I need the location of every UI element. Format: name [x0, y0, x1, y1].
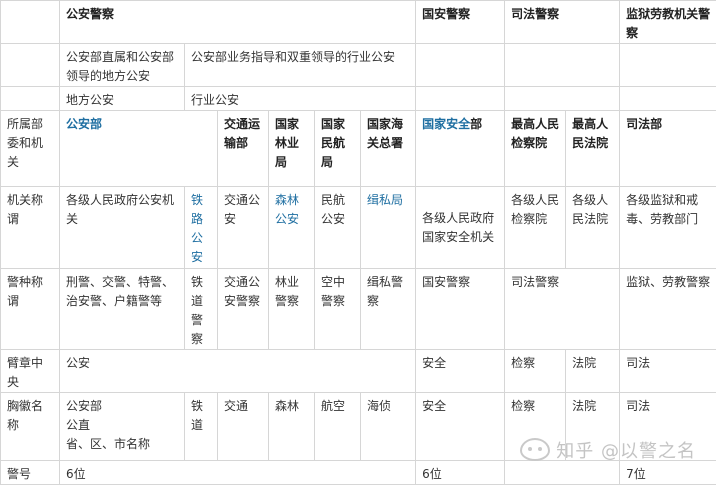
dept-customs: 国家海关总署: [361, 111, 416, 187]
direct-gongan-cell: 公安部直属和公安部领导的地方公安: [60, 44, 185, 87]
org-court: 各级人民法院: [566, 187, 620, 269]
row-label: 警种称谓: [1, 269, 60, 350]
org-justice: 各级监狱和戒毒、劳教部门: [620, 187, 716, 269]
police-comparison-table: 公安警察 国安警察 司法警察 监狱劳教机关警察 公安部直属和公安部领导的地方公安…: [0, 0, 716, 485]
local-gongan-cell: 地方公安: [60, 87, 185, 111]
header-sifa: 司法警察: [505, 1, 620, 44]
badge-procuratorate: 检察: [505, 393, 566, 461]
department-row: 所属部委和机关 公安部 交通运输部 国家林业局 国家民航局 国家海关总署 国家安…: [1, 111, 716, 187]
police-customs: 缉私警察: [361, 269, 416, 350]
badge-local: 公安部 公直 省、区、市名称: [60, 393, 185, 461]
dept-traffic: 交通运输部: [218, 111, 269, 187]
dept-procuratorate: 最高人民检察院: [505, 111, 566, 187]
org-mss: 各级人民政府国家安全机关: [416, 187, 505, 269]
police-judicial: 司法警察: [505, 269, 620, 350]
industry-gongan-cell: 公安部业务指导和双重领导的行业公安: [185, 44, 416, 87]
police-number-row: 警号 6位 6位 7位: [1, 461, 716, 485]
org-procuratorate: 各级人民检察院: [505, 187, 566, 269]
number-gongan: 6位: [60, 461, 416, 485]
row-label: 臂章中央: [1, 350, 60, 393]
dept-mss-link[interactable]: 国家安全: [422, 117, 470, 131]
badge-aviation: 航空: [315, 393, 361, 461]
row-label: 机关称谓: [1, 187, 60, 269]
badge-justice: 司法: [620, 393, 716, 461]
type-row: 地方公安 行业公安: [1, 87, 716, 111]
badge-mss: 安全: [416, 393, 505, 461]
police-forest: 林业警察: [269, 269, 315, 350]
armband-mss: 安全: [416, 350, 505, 393]
police-aviation: 空中警察: [315, 269, 361, 350]
badge-forest: 森林: [269, 393, 315, 461]
badge-traffic: 交通: [218, 393, 269, 461]
row-label: 警号: [1, 461, 60, 485]
badge-court: 法院: [566, 393, 620, 461]
org-aviation: 民航公安: [315, 187, 361, 269]
org-forest-link[interactable]: 森林公安: [269, 187, 315, 269]
police-type-row: 警种称谓 刑警、交警、特警、治安警、户籍警等 铁道警察 交通公安警察 林业警察 …: [1, 269, 716, 350]
header-gongan: 公安警察: [60, 1, 416, 44]
dept-justice: 司法部: [620, 111, 716, 187]
dept-court: 最高人民法院: [566, 111, 620, 187]
row-label: 胸徽名称: [1, 393, 60, 461]
police-prison: 监狱、劳教警察: [620, 269, 716, 350]
number-mss: 6位: [416, 461, 505, 485]
header-row: 公安警察 国安警察 司法警察 监狱劳教机关警察: [1, 1, 716, 44]
armband-gongan: 公安: [60, 350, 416, 393]
armband-justice: 司法: [620, 350, 716, 393]
badge-customs: 海侦: [361, 393, 416, 461]
corner-cell: [1, 1, 60, 44]
org-local: 各级人民政府公安机关: [60, 187, 185, 269]
org-railway-link[interactable]: 铁路公安: [185, 187, 218, 269]
org-traffic: 交通公安: [218, 187, 269, 269]
row-label: 所属部委和机关: [1, 111, 60, 187]
police-mss: 国安警察: [416, 269, 505, 350]
industry-type-cell: 行业公安: [185, 87, 416, 111]
dept-mss: 国家安全部: [416, 111, 505, 187]
header-guoan: 国安警察: [416, 1, 505, 44]
dept-forest: 国家林业局: [269, 111, 315, 187]
police-local: 刑警、交警、特警、治安警、户籍警等: [60, 269, 185, 350]
police-railway: 铁道警察: [185, 269, 218, 350]
subcategory-row: 公安部直属和公安部领导的地方公安 公安部业务指导和双重领导的行业公安: [1, 44, 716, 87]
badge-row: 胸徽名称 公安部 公直 省、区、市名称 铁道 交通 森林 航空 海侦 安全 检察…: [1, 393, 716, 461]
armband-row: 臂章中央 公安 安全 检察 法院 司法: [1, 350, 716, 393]
number-justice: 7位: [620, 461, 716, 485]
armband-procuratorate: 检察: [505, 350, 566, 393]
organ-name-row: 机关称谓 各级人民政府公安机关 铁路公安 交通公安 森林公安 民航公安 缉私局 …: [1, 187, 716, 269]
dept-aviation: 国家民航局: [315, 111, 361, 187]
badge-railway: 铁道: [185, 393, 218, 461]
police-traffic: 交通公安警察: [218, 269, 269, 350]
header-jianyu: 监狱劳教机关警察: [620, 1, 716, 44]
armband-court: 法院: [566, 350, 620, 393]
dept-mps-link[interactable]: 公安部: [60, 111, 218, 187]
org-customs-link[interactable]: 缉私局: [361, 187, 416, 269]
